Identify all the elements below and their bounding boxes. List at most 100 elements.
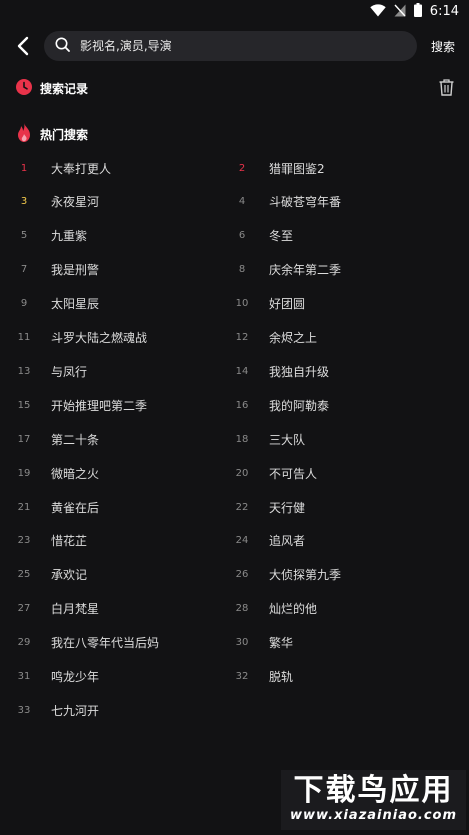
hot-search-rank: 4	[238, 196, 246, 208]
hot-search-item[interactable]: 14 我独自升级	[230, 354, 329, 388]
hot-search-item[interactable]: 2 猎罪图鉴2	[230, 151, 325, 185]
hot-search-title: 我独自升级	[269, 364, 330, 379]
hot-search-rank: 12	[235, 332, 249, 343]
history-header: 搜索记录	[16, 79, 88, 98]
hot-search-rank: 9	[20, 298, 28, 310]
hot-search-rank: 23	[17, 535, 31, 547]
search-input[interactable]	[78, 38, 382, 54]
hot-search-rank: 2	[238, 162, 246, 174]
hot-search-rank: 18	[235, 433, 249, 445]
hot-search-item[interactable]: 17 第二十条	[12, 422, 99, 456]
hot-search-item[interactable]: 10 好团圆	[230, 287, 305, 321]
hot-search-item[interactable]: 30 繁华	[230, 626, 293, 660]
hot-search-item[interactable]: 20 不可告人	[230, 456, 317, 490]
hot-search-rank: 5	[20, 230, 28, 242]
back-button[interactable]	[14, 35, 34, 57]
hot-search-title: 灿烂的他	[269, 602, 318, 617]
hot-search-title: 好团圆	[269, 297, 306, 312]
hot-search-item[interactable]: 23 惜花芷	[12, 524, 87, 558]
hot-search-title: 九重紫	[51, 229, 88, 244]
hot-header: 热门搜索	[16, 123, 88, 145]
hot-search-title: 庆余年第二季	[269, 263, 342, 278]
hot-search-item[interactable]: 13 与凤行	[12, 354, 87, 388]
search-button[interactable]: 搜索	[431, 38, 455, 55]
hot-search-item[interactable]: 18 三大队	[230, 422, 305, 456]
hot-search-title: 白月梵星	[51, 602, 100, 617]
hot-search-item[interactable]: 16 我的阿勒泰	[230, 388, 329, 422]
hot-search-rank: 33	[17, 704, 31, 716]
hot-search-item[interactable]: 32 脱轨	[230, 660, 293, 694]
hot-search-item[interactable]: 29 我在八零年代当后妈	[12, 626, 159, 660]
chevron-left-icon	[17, 36, 29, 56]
hot-title: 热门搜索	[40, 127, 89, 142]
hot-search-item[interactable]: 9 太阳星辰	[12, 287, 99, 321]
no-signal-icon	[394, 2, 406, 21]
hot-search-title: 大侦探第九季	[269, 568, 342, 583]
hot-search-rank: 19	[17, 467, 31, 479]
hot-search-title: 大奉打更人	[51, 161, 112, 176]
hot-search-item[interactable]: 22 天行健	[230, 490, 305, 524]
hot-search-title: 余烬之上	[269, 331, 318, 345]
hot-search-item[interactable]: 19 微暗之火	[12, 456, 99, 490]
hot-search-item[interactable]: 25 承欢记	[12, 558, 87, 592]
hot-search-item[interactable]: 27 白月梵星	[12, 592, 99, 626]
hot-search-rank: 31	[17, 671, 31, 682]
hot-search-item[interactable]: 7 我是刑警	[12, 253, 99, 287]
hot-search-rank: 16	[235, 399, 249, 411]
search-icon	[55, 37, 70, 56]
wifi-icon	[370, 2, 386, 21]
hot-search-title: 追风者	[269, 534, 306, 549]
hot-search-item[interactable]: 5 九重紫	[12, 219, 87, 253]
clear-history-button[interactable]	[439, 79, 454, 100]
hot-search-rank: 28	[235, 603, 249, 615]
hot-search-title: 三大队	[269, 432, 306, 447]
hot-search-item[interactable]: 1 大奉打更人	[12, 151, 111, 185]
hot-search-item[interactable]: 3 永夜星河	[12, 185, 99, 219]
hot-search-item[interactable]: 21 黄雀在后	[12, 490, 99, 524]
watermark-cn: 下载鸟应用	[293, 773, 454, 808]
hot-search-item[interactable]: 6 冬至	[230, 219, 293, 253]
hot-search-rank: 20	[235, 467, 249, 479]
hot-search-item[interactable]: 11 斗罗大陆之燃魂战	[12, 321, 147, 355]
search-row: 搜索	[0, 31, 469, 61]
hot-search-title: 斗罗大陆之燃魂战	[51, 331, 148, 345]
hot-search-rank: 7	[20, 264, 28, 276]
hot-search-title: 永夜星河	[51, 195, 100, 210]
hot-search-title: 微暗之火	[51, 466, 100, 481]
hot-search-rank: 13	[17, 365, 31, 377]
hot-search-item[interactable]: 24 追风者	[230, 524, 305, 558]
hot-search-title: 斗破苍穹年番	[269, 195, 342, 210]
hot-search-title: 黄雀在后	[51, 500, 100, 515]
hot-search-title: 第二十条	[51, 432, 100, 447]
hot-search-item[interactable]: 15 开始推理吧第二季	[12, 388, 147, 422]
hot-search-title: 七九河开	[51, 703, 100, 718]
hot-search-item[interactable]: 28 灿烂的他	[230, 592, 317, 626]
hot-search-item[interactable]: 4 斗破苍穹年番	[230, 185, 341, 219]
hot-search-rank: 17	[17, 433, 31, 445]
hot-search-rank: 14	[235, 365, 249, 377]
hot-search-item[interactable]: 31 鸣龙少年	[12, 660, 99, 694]
hot-search-title: 冬至	[269, 229, 294, 244]
hot-search-title: 惜花芷	[51, 534, 88, 549]
watermark-en: www.xiazainiao.com	[289, 808, 458, 823]
watermark-logo: 下载鸟应用 www.xiazainiao.com	[281, 770, 466, 830]
hot-search-item[interactable]: 26 大侦探第九季	[230, 558, 341, 592]
hot-search-rank: 15	[17, 399, 31, 411]
history-title: 搜索记录	[40, 82, 89, 96]
hot-search-title: 脱轨	[269, 670, 294, 684]
hot-search-rank: 24	[235, 535, 249, 547]
clock-icon	[16, 79, 32, 98]
search-box[interactable]	[44, 31, 417, 61]
hot-search-title: 开始推理吧第二季	[51, 398, 148, 413]
hot-search-rank: 11	[17, 332, 31, 343]
hot-search-title: 我是刑警	[51, 263, 100, 278]
hot-search-rank: 6	[238, 230, 246, 242]
hot-search-item[interactable]: 33 七九河开	[12, 693, 99, 727]
hot-search-title: 天行健	[269, 500, 306, 515]
hot-search-item[interactable]: 12 余烬之上	[230, 321, 317, 355]
hot-search-title: 太阳星辰	[51, 297, 100, 312]
fire-icon	[16, 123, 32, 145]
hot-search-item[interactable]: 8 庆余年第二季	[230, 253, 341, 287]
battery-icon	[413, 2, 422, 21]
hot-search-rank: 21	[17, 501, 31, 513]
